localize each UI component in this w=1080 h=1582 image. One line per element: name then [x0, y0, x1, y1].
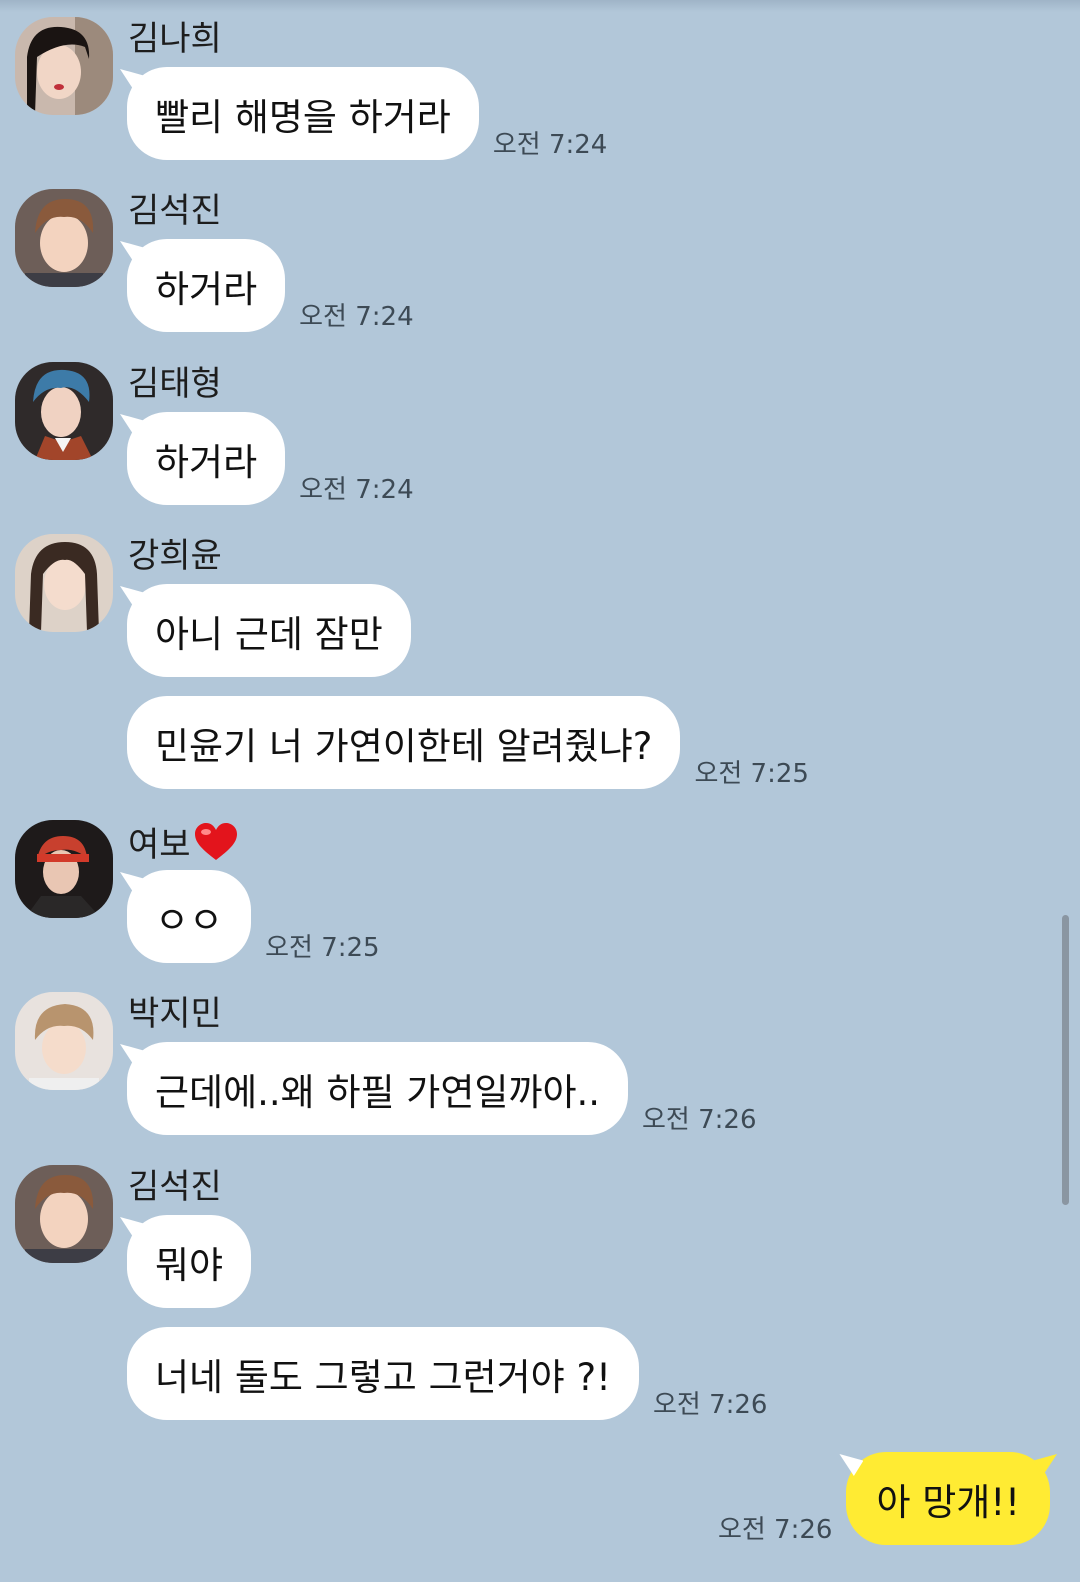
message-time: 오전 7:26 — [717, 1515, 833, 1545]
my-message-row: 오전 7:26 아 망개!! — [718, 1452, 1050, 1545]
message-time: 오전 7:26 — [642, 1105, 757, 1135]
message-time: 오전 7:24 — [299, 302, 414, 332]
message-bubble[interactable]: 하거라 — [127, 412, 286, 505]
message-row: 뭐야 — [127, 1215, 265, 1308]
heart-icon — [193, 822, 239, 871]
profile-photo-icon[interactable] — [15, 534, 113, 632]
message-bubble[interactable]: 너네 둘도 그렇고 그런거야 ?! — [127, 1327, 639, 1420]
sender-name: 김석진 — [128, 1167, 222, 1207]
message-row: 빨리 해명을 하거라 오전 7:24 — [127, 67, 607, 160]
message-time: 오전 7:24 — [492, 130, 608, 160]
message-row: 하거라 오전 7:24 — [127, 412, 414, 505]
message-bubble[interactable]: 아니 근데 잠만 — [127, 584, 411, 677]
sender-name: 김나희 — [128, 19, 222, 59]
sender-name: 박지민 — [128, 994, 222, 1034]
sender-name: 김태형 — [128, 364, 222, 404]
message-bubble[interactable]: 빨리 해명을 하거라 — [127, 67, 479, 160]
message-row: 하거라 오전 7:24 — [127, 239, 414, 332]
profile-photo-icon[interactable] — [15, 362, 113, 460]
message-row: 근데에..왜 하필 가연일까아.. 오전 7:26 — [127, 1042, 757, 1135]
profile-photo-icon[interactable] — [15, 820, 113, 918]
message-row: ㅇㅇ 오전 7:25 — [127, 870, 380, 963]
top-divider — [0, 0, 1080, 12]
message-time: 오전 7:25 — [265, 933, 380, 963]
profile-photo-icon[interactable] — [15, 1165, 113, 1263]
message-row: 아니 근데 잠만 — [127, 584, 425, 677]
message-bubble[interactable]: ㅇㅇ — [127, 870, 252, 963]
message-bubble[interactable]: 근데에..왜 하필 가연일까아.. — [127, 1042, 629, 1135]
profile-photo-icon[interactable] — [15, 189, 113, 287]
sender-name: 여보 — [128, 822, 239, 871]
chat-room: 김나희 빨리 해명을 하거라 오전 7:24 김석진 하거라 오전 7:24 김… — [0, 0, 1080, 1582]
my-message-bubble[interactable]: 아 망개!! — [846, 1452, 1050, 1545]
message-bubble[interactable]: 민윤기 너 가연이한테 알려줬냐? — [127, 696, 681, 789]
sender-name: 강희윤 — [128, 536, 222, 576]
message-time: 오전 7:25 — [694, 759, 809, 789]
message-row: 민윤기 너 가연이한테 알려줬냐? 오전 7:25 — [127, 696, 809, 789]
sender-name: 김석진 — [128, 191, 222, 231]
message-row: 너네 둘도 그렇고 그런거야 ?! 오전 7:26 — [127, 1327, 767, 1420]
profile-photo-icon[interactable] — [15, 992, 113, 1090]
message-bubble[interactable]: 하거라 — [127, 239, 286, 332]
message-time: 오전 7:26 — [652, 1390, 768, 1420]
message-time: 오전 7:24 — [299, 475, 414, 505]
message-bubble[interactable]: 뭐야 — [127, 1215, 252, 1308]
scrollbar[interactable] — [1062, 915, 1069, 1205]
profile-photo-icon[interactable] — [15, 17, 113, 115]
